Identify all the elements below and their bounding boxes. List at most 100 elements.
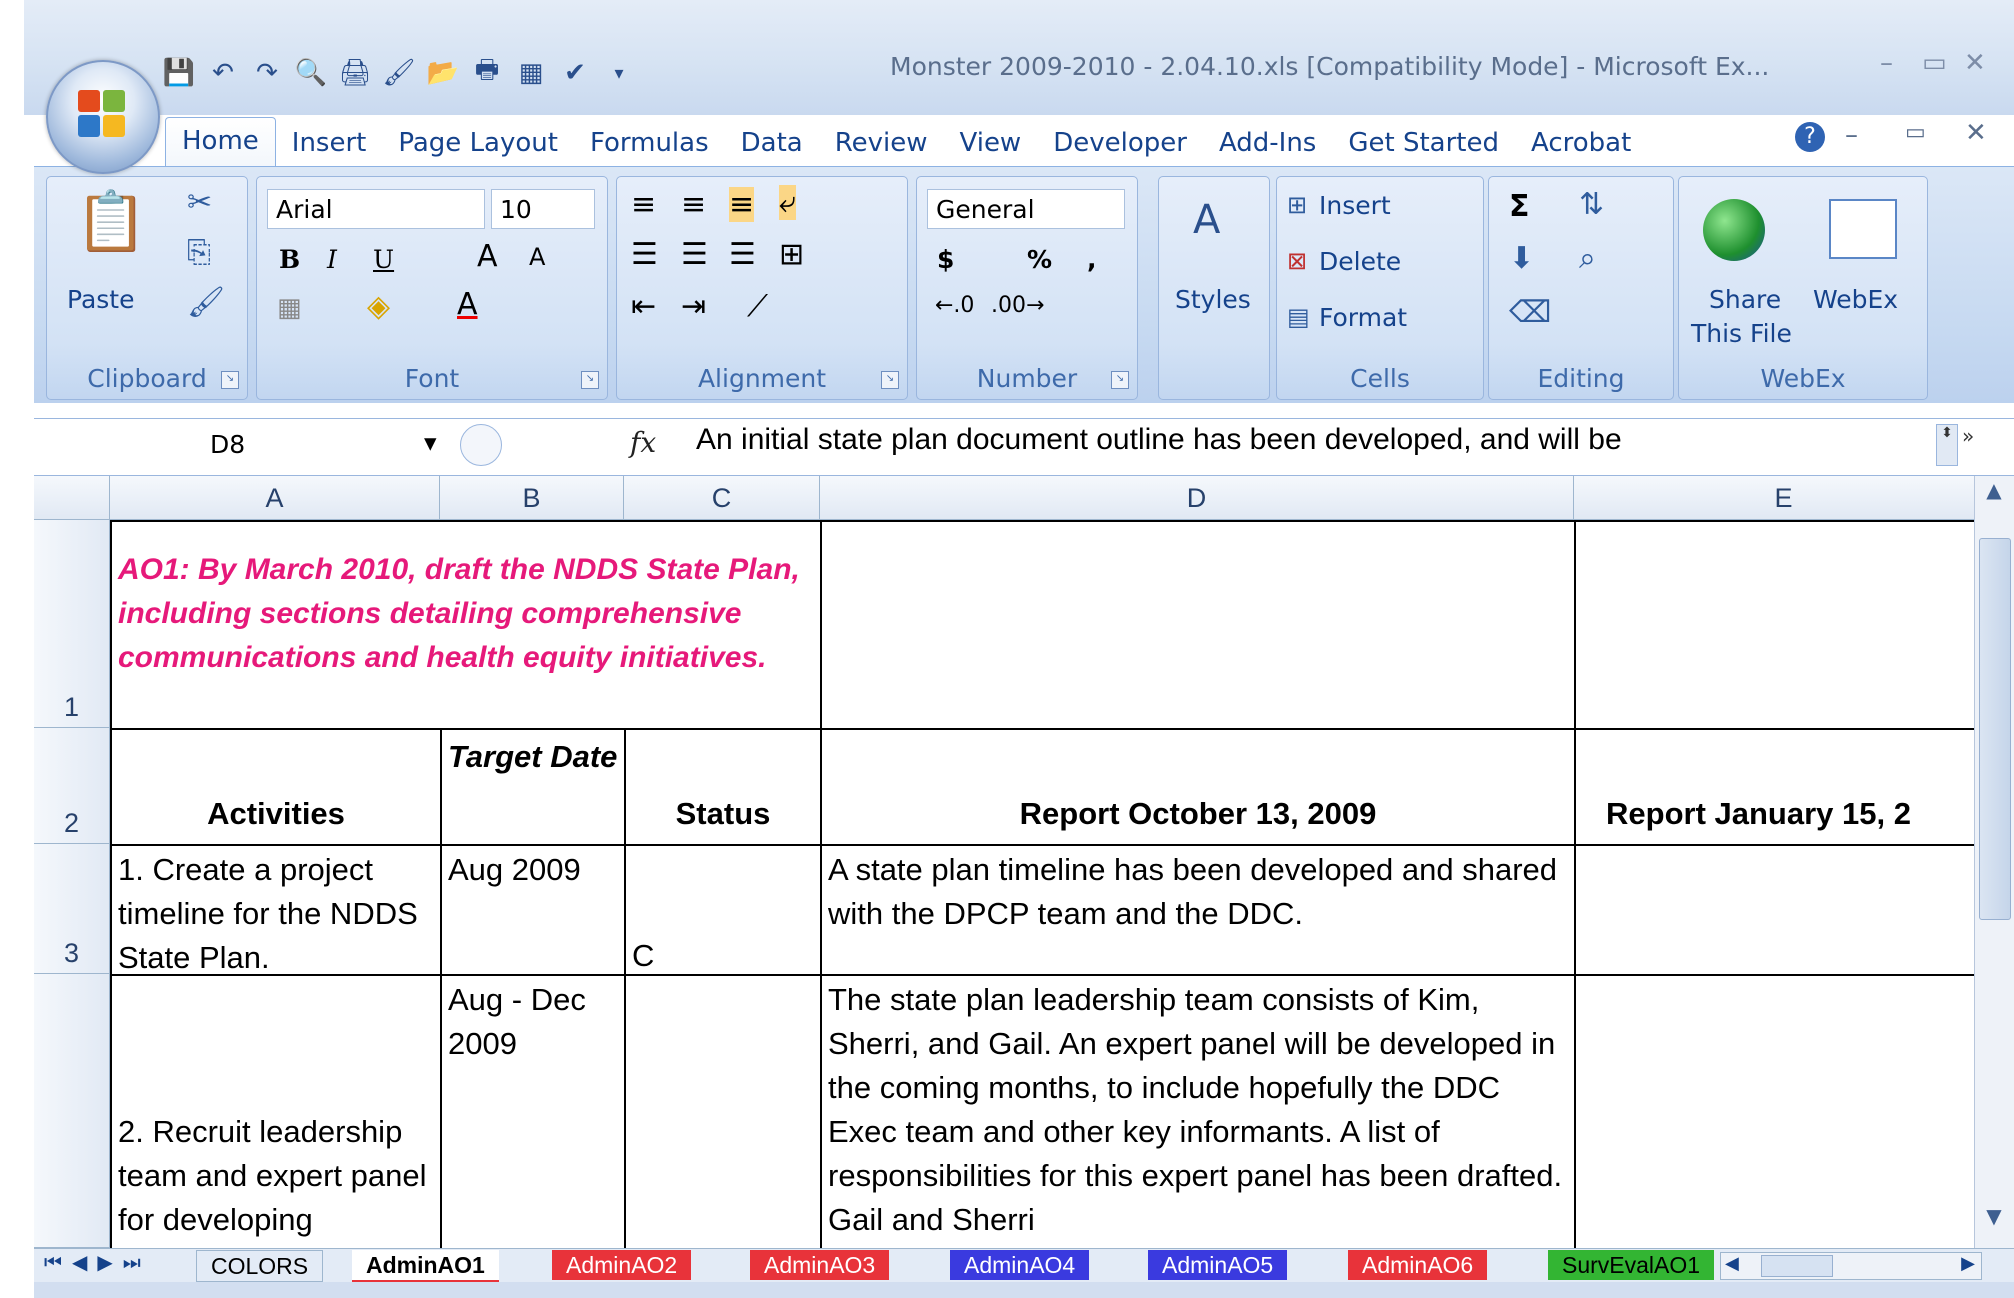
increase-decimal-icon[interactable]: ←.0 xyxy=(935,293,974,318)
select-all-corner[interactable] xyxy=(34,476,110,520)
formula-cancel-icon[interactable] xyxy=(460,424,502,466)
font-size-select[interactable]: 10 xyxy=(491,189,595,229)
close-button[interactable]: ✕ xyxy=(1964,48,1986,78)
cell-d1[interactable] xyxy=(820,520,1574,728)
sheet-tab-colors[interactable]: COLORS xyxy=(196,1250,324,1282)
cell-d2[interactable]: Report October 13, 2009 xyxy=(820,728,1574,844)
print-icon[interactable]: 🖨 xyxy=(336,54,374,92)
row-header-2[interactable]: 2 xyxy=(34,728,110,844)
spelling-icon[interactable]: ✔ xyxy=(556,54,594,92)
sheet-tab-adminao3[interactable]: AdminAO3 xyxy=(750,1250,890,1280)
column-header-a[interactable]: A xyxy=(110,476,440,520)
align-left-icon[interactable]: ☰ xyxy=(631,237,658,272)
styles-button[interactable]: Styles xyxy=(1175,285,1251,314)
percent-button[interactable]: % xyxy=(1027,245,1052,274)
align-center-icon[interactable]: ☰ xyxy=(681,237,708,272)
ribbon-close-icon[interactable]: ✕ xyxy=(1965,118,1987,148)
italic-button[interactable]: I xyxy=(327,245,337,274)
wrap-text-icon[interactable]: ⤶ xyxy=(779,185,796,220)
delete-cells-button[interactable]: Delete xyxy=(1319,247,1401,276)
cell-b3[interactable]: Aug 2009 xyxy=(440,844,624,974)
column-header-e[interactable]: E xyxy=(1574,476,1974,520)
font-name-select[interactable]: Arial xyxy=(267,189,485,229)
formula-content[interactable]: An initial state plan document outline h… xyxy=(696,423,1622,457)
tab-acrobat[interactable]: Acrobat xyxy=(1515,120,1647,166)
number-launcher-icon[interactable]: ↘ xyxy=(1111,371,1129,389)
tab-view[interactable]: View xyxy=(944,120,1038,166)
scroll-thumb[interactable] xyxy=(1979,538,2011,920)
tab-add-ins[interactable]: Add-Ins xyxy=(1203,120,1332,166)
cell-a2[interactable]: Activities xyxy=(110,728,440,844)
minimize-button[interactable]: – xyxy=(1880,48,1893,78)
find-select-icon[interactable]: ⌕ xyxy=(1579,241,1596,276)
fill-color-icon[interactable]: ◈ xyxy=(367,289,390,324)
sheet-tab-adminao5[interactable]: AdminAO5 xyxy=(1148,1250,1288,1280)
sheet-tab-adminao1[interactable]: AdminAO1 xyxy=(352,1250,499,1284)
tab-home[interactable]: Home xyxy=(165,117,276,166)
comma-button[interactable]: , xyxy=(1087,245,1097,274)
name-box-dropdown-icon[interactable]: ▾ xyxy=(424,428,437,457)
fill-icon[interactable]: ⬇ xyxy=(1509,241,1534,276)
horizontal-scroll-thumb[interactable] xyxy=(1761,1255,1833,1277)
clear-icon[interactable]: ⌫ xyxy=(1509,295,1551,330)
clipboard-launcher-icon[interactable]: ↘ xyxy=(221,371,239,389)
print-preview-icon[interactable]: 🔍 xyxy=(292,54,330,92)
cell-d4[interactable]: The state plan leadership team consists … xyxy=(820,974,1574,1248)
cut-icon[interactable]: ✂ xyxy=(187,185,212,220)
insert-function-button[interactable]: fx xyxy=(630,426,656,459)
insert-cells-button[interactable]: Insert xyxy=(1319,191,1391,220)
bold-button[interactable]: B xyxy=(279,245,300,274)
cell-c2[interactable]: Status xyxy=(624,728,820,844)
tab-data[interactable]: Data xyxy=(725,120,819,166)
vertical-scrollbar[interactable]: ▲ ▼ xyxy=(1974,476,2014,1248)
tab-insert[interactable]: Insert xyxy=(276,120,383,166)
ribbon-restore-icon[interactable]: ▭ xyxy=(1905,120,1926,145)
cell-b4[interactable]: Aug - Dec 2009 xyxy=(440,974,624,1248)
currency-button[interactable]: $ xyxy=(937,245,954,274)
sheet-tab-adminao2[interactable]: AdminAO2 xyxy=(552,1250,692,1280)
sort-filter-icon[interactable]: ⇅ xyxy=(1579,187,1604,222)
tab-get-started[interactable]: Get Started xyxy=(1332,120,1515,166)
align-middle-icon[interactable]: ≡ xyxy=(681,187,706,222)
number-format-select[interactable]: General xyxy=(927,189,1125,229)
share-globe-icon[interactable] xyxy=(1703,199,1765,261)
scroll-left-icon[interactable]: ◀ xyxy=(1725,1253,1739,1274)
help-icon[interactable]: ? xyxy=(1795,122,1825,152)
cell-b2[interactable]: Target Date xyxy=(440,728,624,844)
maximize-button[interactable]: ▭ xyxy=(1922,48,1947,78)
cell-e3[interactable] xyxy=(1574,844,1974,974)
share-file-label-1[interactable]: Share xyxy=(1709,285,1781,314)
shrink-font-icon[interactable]: A xyxy=(529,243,545,271)
format-painter-icon[interactable]: 🖌 xyxy=(187,285,225,320)
copy-icon[interactable]: ⎘ xyxy=(187,235,211,270)
cell-c4[interactable] xyxy=(624,974,820,1248)
customize-toolbar-icon[interactable]: ▾ xyxy=(600,54,638,92)
office-button[interactable] xyxy=(46,60,160,174)
redo-icon[interactable]: ↷ xyxy=(248,54,286,92)
borders-icon[interactable]: ▦ xyxy=(277,293,302,323)
form-icon[interactable]: ▦ xyxy=(512,54,550,92)
webex-icon[interactable] xyxy=(1829,199,1897,259)
save-icon[interactable]: 💾 xyxy=(160,54,198,92)
cell-a1[interactable]: AO1: By March 2010, draft the NDDS State… xyxy=(110,520,820,728)
quick-print-icon[interactable]: 🖶 xyxy=(468,54,506,92)
sheet-navigation-icons[interactable]: ⏮◀▶⏭ xyxy=(44,1250,151,1274)
row-header-3[interactable]: 3 xyxy=(34,844,110,974)
expand-formula-icon[interactable]: » xyxy=(1962,424,1986,464)
undo-icon[interactable]: ↶ xyxy=(204,54,242,92)
grow-font-icon[interactable]: A xyxy=(477,239,498,274)
paste-icon[interactable]: 📋 xyxy=(75,187,147,256)
name-box[interactable]: D8 ▾ xyxy=(44,426,444,466)
align-right-icon[interactable]: ☰ xyxy=(729,237,756,272)
row-header-4[interactable] xyxy=(34,974,110,1248)
underline-button[interactable]: U xyxy=(373,245,394,274)
share-file-label-2[interactable]: This File xyxy=(1691,319,1792,348)
tab-formulas[interactable]: Formulas xyxy=(574,120,725,166)
align-bottom-icon[interactable]: ≡ xyxy=(729,187,755,222)
sheet-tab-adminao6[interactable]: AdminAO6 xyxy=(1348,1250,1488,1280)
cell-c3[interactable]: C xyxy=(624,844,820,974)
tab-review[interactable]: Review xyxy=(819,120,944,166)
styles-icon[interactable]: A xyxy=(1193,197,1220,243)
horizontal-scrollbar[interactable]: ◀ ▶ xyxy=(1720,1252,1982,1280)
align-top-icon[interactable]: ≡ xyxy=(631,187,656,222)
